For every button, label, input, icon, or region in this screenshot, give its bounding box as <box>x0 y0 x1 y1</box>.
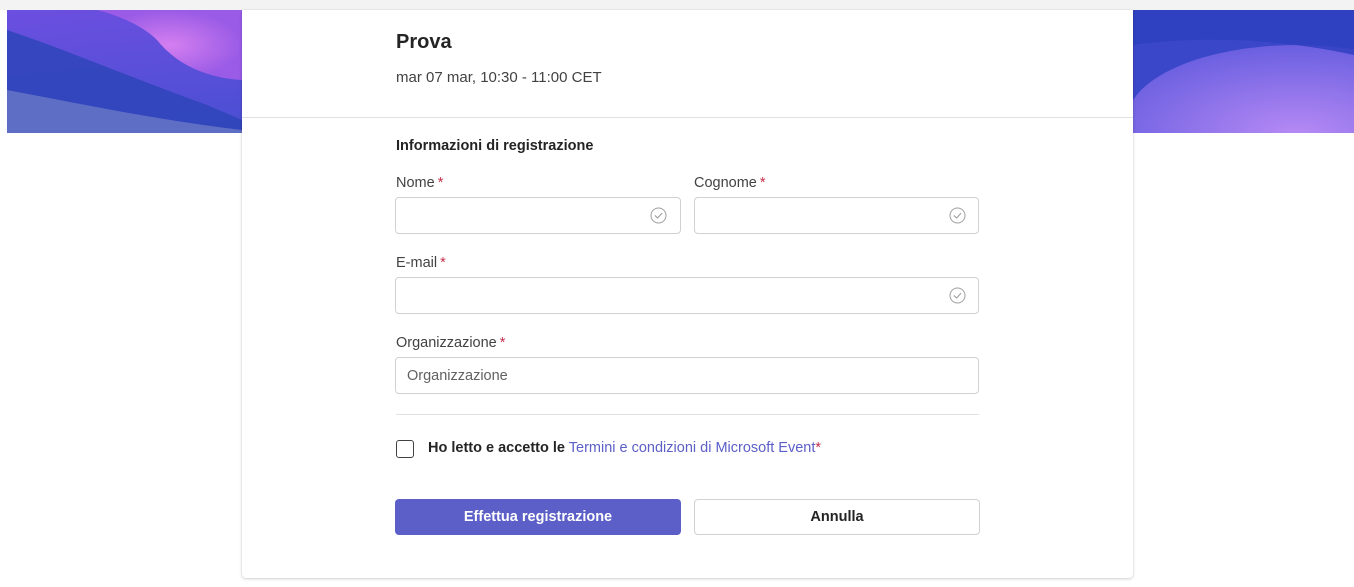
terms-text: Ho letto e accetto le Termini e condizio… <box>428 440 821 456</box>
last-name-label-text: Cognome <box>694 175 757 191</box>
required-marker: * <box>440 255 446 271</box>
email-label-text: E-mail <box>396 255 438 271</box>
organization-label-text: Organizzazione <box>396 335 497 351</box>
email-label: E-mail * <box>396 255 446 271</box>
check-circle-icon <box>650 207 667 224</box>
terms-link[interactable]: Termini e condizioni di Microsoft Event <box>569 440 816 456</box>
cancel-button[interactable]: Annulla <box>694 499 980 535</box>
terms-checkbox[interactable] <box>396 440 414 458</box>
check-circle-icon <box>949 207 966 224</box>
event-header: Prova mar 07 mar, 10:30 - 11:00 CET <box>242 10 1133 118</box>
section-title: Informazioni di registrazione <box>396 138 594 154</box>
event-datetime: mar 07 mar, 10:30 - 11:00 CET <box>396 69 602 86</box>
first-name-label-text: Nome <box>396 175 435 191</box>
last-name-label: Cognome * <box>694 175 766 191</box>
register-button[interactable]: Effettua registrazione <box>395 499 681 535</box>
email-input[interactable] <box>395 277 979 314</box>
terms-required-marker: * <box>815 440 822 456</box>
organization-input[interactable] <box>395 357 979 394</box>
terms-prefix: Ho letto e accetto le <box>428 440 565 456</box>
required-marker: * <box>499 335 506 351</box>
registration-card: Prova mar 07 mar, 10:30 - 11:00 CET Info… <box>242 10 1133 578</box>
first-name-label: Nome * <box>396 175 443 191</box>
check-circle-icon <box>949 287 966 304</box>
required-marker: * <box>437 175 444 191</box>
top-strip <box>0 0 1354 10</box>
form-divider <box>396 414 979 415</box>
organization-label: Organizzazione * <box>396 335 505 351</box>
last-name-input[interactable] <box>694 197 979 234</box>
first-name-input[interactable] <box>395 197 681 234</box>
required-marker: * <box>759 175 766 191</box>
event-title: Prova <box>396 31 452 53</box>
